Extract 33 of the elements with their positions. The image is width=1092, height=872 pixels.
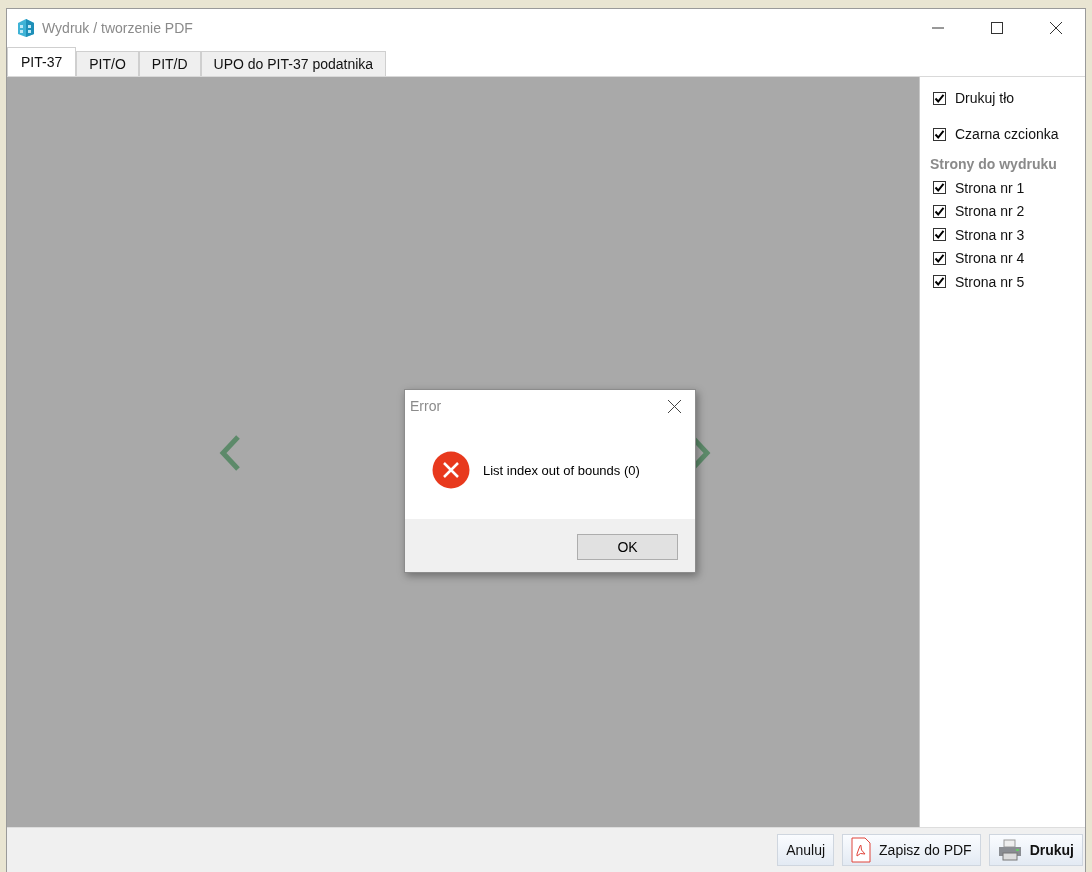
close-icon[interactable] [668, 399, 681, 413]
error-icon [432, 451, 470, 489]
pdf-file-icon [851, 837, 872, 863]
save-pdf-button[interactable]: Zapisz do PDF [842, 834, 981, 866]
checkbox-label: Strona nr 2 [955, 203, 1025, 220]
close-icon[interactable] [1050, 22, 1062, 34]
checkbox-label: Strona nr 4 [955, 250, 1025, 267]
app-icon [16, 18, 36, 38]
checkbox[interactable] [933, 127, 946, 141]
window-title: Wydruk / tworzenie PDF [42, 20, 193, 36]
cancel-button[interactable]: Anuluj [777, 834, 835, 866]
checkbox-label: Strona nr 5 [955, 273, 1025, 290]
print-button[interactable]: Drukuj [988, 834, 1083, 866]
section-heading: Strony do wydruku [930, 155, 1058, 174]
checkbox-label: Drukuj tło [955, 90, 1015, 106]
ok-button[interactable]: OK [577, 533, 678, 560]
tab[interactable]: PIT/O [76, 51, 139, 76]
checkbox-label: Strona nr 1 [955, 179, 1025, 196]
checkbox-label: Strona nr 3 [955, 226, 1025, 243]
checkbox[interactable] [933, 275, 946, 289]
tab[interactable]: PIT/D [138, 51, 201, 76]
checkbox[interactable] [933, 91, 946, 105]
checkbox-label: Czarna czcionka [955, 126, 1059, 142]
checkbox[interactable] [933, 251, 946, 265]
dialog-title: Error [410, 398, 442, 414]
printer-icon [997, 839, 1022, 861]
tab[interactable]: UPO do PIT-37 podatnika [200, 51, 387, 76]
error-message: List index out of bounds (0) [483, 462, 640, 478]
checkbox[interactable] [933, 228, 946, 242]
maximize-icon[interactable] [991, 22, 1003, 34]
checkbox[interactable] [933, 181, 946, 195]
checkbox[interactable] [933, 204, 946, 218]
tab[interactable]: PIT-37 [7, 47, 77, 76]
